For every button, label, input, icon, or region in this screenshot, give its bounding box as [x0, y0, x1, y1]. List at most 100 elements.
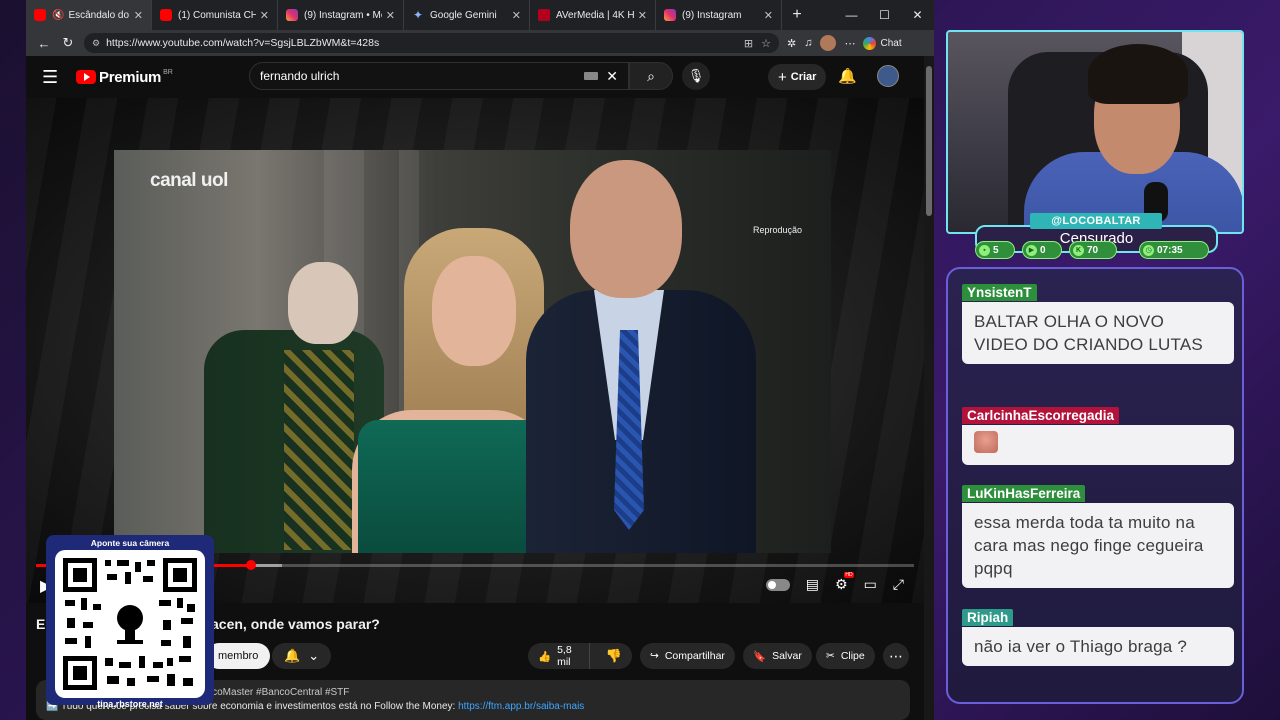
- extensions-puzzle-icon[interactable]: ✲: [787, 37, 796, 50]
- fullscreen-icon[interactable]: ⤢: [893, 576, 904, 593]
- scissors-icon: ✂: [826, 650, 835, 662]
- reload-icon[interactable]: ↻: [56, 35, 80, 51]
- youtube-logo[interactable]: Premium BR: [76, 69, 173, 86]
- close-tab-icon[interactable]: ✕: [638, 9, 647, 22]
- clip-button[interactable]: ✂ Clipe: [816, 643, 875, 669]
- copilot-icon: [863, 36, 877, 50]
- create-button[interactable]: + Criar: [768, 64, 827, 90]
- site-info-icon[interactable]: ⚙: [92, 38, 100, 49]
- page-scrollbar[interactable]: [924, 56, 934, 720]
- settings-gear-icon[interactable]: ⚙ HD: [835, 572, 854, 593]
- address-bar: ← ↻ ⚙ https://www.youtube.com/watch?v=Sg…: [26, 30, 934, 56]
- hd-badge: HD: [844, 572, 854, 578]
- account-avatar[interactable]: [877, 65, 899, 87]
- theater-mode-icon[interactable]: ▭: [864, 576, 877, 593]
- stream-stats: ▪ 5 ▶ 0 K 70 ◷ 07:35: [975, 241, 1218, 259]
- like-dislike-group: 👍 5,8 mil 👎: [528, 643, 632, 669]
- close-tab-icon[interactable]: ✕: [134, 9, 143, 22]
- chat-button[interactable]: Chat: [863, 36, 902, 50]
- thumbs-down-icon: 👎: [605, 648, 622, 663]
- share-button[interactable]: ↪ Compartilhar: [640, 643, 735, 669]
- url-field[interactable]: ⚙ https://www.youtube.com/watch?v=SgsjLB…: [84, 33, 779, 53]
- tab-title: Google Gemini: [430, 9, 497, 21]
- hamburger-menu-icon[interactable]: ☰: [42, 67, 66, 88]
- woman-face: [432, 256, 516, 366]
- dislike-button[interactable]: 👎: [596, 648, 632, 664]
- url-text: https://www.youtube.com/watch?v=SgsjLBLZ…: [106, 37, 380, 49]
- kick-count-badge: K 70: [1069, 241, 1117, 259]
- search-input[interactable]: fernando ulrich ✕: [249, 62, 629, 90]
- more-actions-button[interactable]: ⋯: [883, 643, 909, 669]
- chat-message: LuKinHasFerreira essa merda toda ta muit…: [962, 485, 1234, 588]
- video-player[interactable]: canal uol Reprodução ▶ ▤ ⚙HD ▭ ⤢: [26, 98, 924, 603]
- chat-count: 5: [993, 244, 999, 256]
- back-arrow-icon[interactable]: ←: [32, 36, 56, 51]
- tab-avermedia[interactable]: AVerMedia | 4K HDMI ... ✕: [530, 0, 656, 30]
- reproduction-credit: Reprodução: [753, 225, 803, 235]
- search-button[interactable]: ⌕: [629, 62, 673, 90]
- tab-instagram-mensagens[interactable]: (9) Instagram • Mensa... ✕: [278, 0, 404, 30]
- minimize-icon[interactable]: —: [835, 8, 868, 22]
- tab-instagram[interactable]: (9) Instagram ✕: [656, 0, 782, 30]
- chat-message: YnsistenT BALTAR OLHA O NOVO VIDEO DO CR…: [962, 284, 1234, 364]
- uptime-badge: ◷ 07:35: [1139, 241, 1209, 259]
- streamer-handle: @LOCOBALTAR: [1030, 213, 1162, 229]
- scrollbar-thumb[interactable]: [926, 66, 932, 216]
- voice-search-button[interactable]: 🎙: [682, 62, 710, 90]
- uniform-embroidery: [284, 350, 354, 550]
- youtube-icon: ▶: [1026, 244, 1037, 256]
- window-controls: — ☐ ✕: [835, 8, 934, 22]
- uptime: 07:35: [1157, 244, 1183, 256]
- close-tab-icon[interactable]: ✕: [260, 9, 269, 22]
- close-tab-icon[interactable]: ✕: [512, 9, 521, 22]
- clock-icon: ◷: [1143, 244, 1154, 256]
- clear-search-icon[interactable]: ✕: [606, 68, 618, 85]
- join-member-button[interactable]: membro: [206, 643, 271, 669]
- install-app-icon[interactable]: ⊞: [744, 37, 753, 50]
- search-icon: ⌕: [647, 67, 655, 84]
- close-window-icon[interactable]: ✕: [901, 8, 934, 22]
- subscription-bell-button[interactable]: 🔔 ⌄: [272, 643, 332, 669]
- tab-youtube-escandalo[interactable]: 🔇 Escândalo do Ma... ✕: [26, 0, 152, 30]
- tab-gemini[interactable]: ✦ Google Gemini ✕: [404, 0, 530, 30]
- description-link[interactable]: https://ftm.app.br/saiba-mais: [458, 701, 584, 712]
- chat-text: essa merda toda ta muito na cara mas neg…: [962, 503, 1234, 588]
- bookmark-star-icon[interactable]: ☆: [761, 37, 771, 50]
- qr-caption: Aponte sua câmera: [90, 538, 170, 548]
- player-controls-right: ▤ ⚙ HD ▭ ⤢: [765, 572, 904, 593]
- more-dots-icon: ⋯: [889, 647, 903, 664]
- save-button[interactable]: 🔖 Salvar: [743, 643, 812, 669]
- close-tab-icon[interactable]: ✕: [386, 9, 395, 22]
- instagram-icon: [286, 9, 298, 21]
- search-query: fernando ulrich: [260, 69, 340, 83]
- chat-text: não ia ver o Thiago braga ?: [962, 627, 1234, 666]
- chat-username: CarlcinhaEscorregadia: [962, 407, 1120, 424]
- maximize-icon[interactable]: ☐: [868, 8, 901, 22]
- notifications-bell-icon[interactable]: 🔔: [838, 67, 857, 85]
- autoplay-toggle[interactable]: [765, 578, 790, 591]
- webcam-feed: [946, 30, 1244, 234]
- member-label: membro: [218, 650, 259, 662]
- profile-avatar[interactable]: [820, 35, 837, 51]
- keyboard-icon[interactable]: [584, 72, 599, 80]
- live-chat-panel: YnsistenT BALTAR OLHA O NOVO VIDEO DO CR…: [946, 267, 1244, 704]
- subtitles-icon[interactable]: ▤: [806, 576, 819, 593]
- clip-label: Clipe: [840, 650, 865, 662]
- youtube-play-icon: [76, 70, 96, 84]
- microphone-icon: 🎙: [687, 68, 705, 83]
- like-button[interactable]: 👍 5,8 mil: [528, 643, 590, 669]
- menu-dots-icon[interactable]: ⋯: [844, 37, 855, 50]
- qr-site: tipa.rbstore.net: [97, 699, 163, 709]
- chat-text: BALTAR OLHA O NOVO VIDEO DO CRIANDO LUTA…: [962, 302, 1234, 364]
- tab-youtube-comunista[interactable]: (1) Comunista CHORA ✕: [152, 0, 278, 30]
- media-control-icon[interactable]: ♫: [804, 37, 812, 49]
- close-tab-icon[interactable]: ✕: [764, 9, 773, 22]
- new-tab-button[interactable]: +: [782, 6, 812, 24]
- chat-message: Ripiah não ia ver o Thiago braga ?: [962, 609, 1234, 666]
- youtube-count: 0: [1040, 244, 1046, 256]
- logo-text: Premium: [99, 68, 162, 86]
- youtube-count-badge: ▶ 0: [1022, 241, 1062, 259]
- save-label: Salvar: [772, 650, 802, 662]
- speaker-muted-icon[interactable]: 🔇: [52, 10, 64, 21]
- qr-code: [55, 550, 205, 698]
